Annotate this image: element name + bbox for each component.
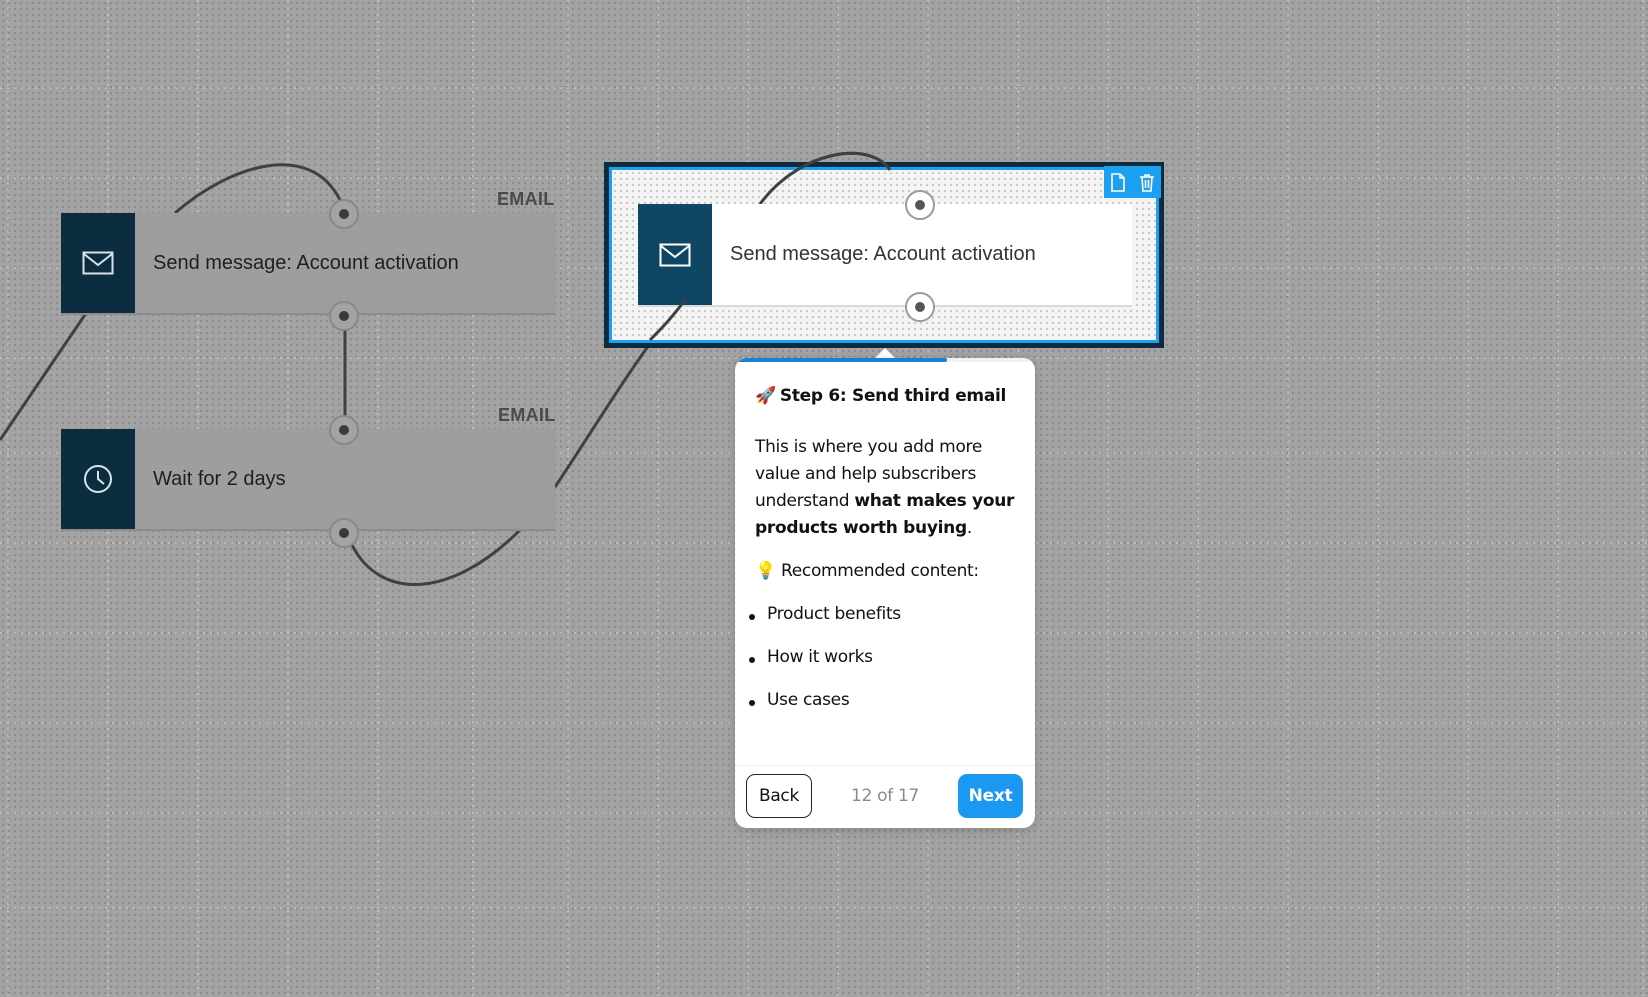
node-label: Send message: Account activation	[153, 252, 459, 274]
tour-progress-track	[735, 358, 1035, 362]
node-channel-label: EMAIL	[498, 405, 556, 425]
workflow-canvas[interactable]: EMAIL Send message: Account activation E…	[0, 0, 1648, 997]
delete-button[interactable]	[1135, 170, 1159, 194]
tour-progress-bar	[735, 358, 947, 362]
tour-title-text: Step 6: Send third email	[779, 386, 1007, 406]
next-button[interactable]: Next	[958, 774, 1023, 818]
onboarding-tour-popover: 🚀 Step 6: Send third email This is where …	[735, 358, 1035, 828]
envelope-icon	[638, 204, 712, 305]
trash-icon	[1139, 173, 1154, 192]
duplicate-button[interactable]	[1106, 170, 1130, 194]
tour-step-description: This is where you add more value and hel…	[755, 434, 1015, 542]
node-label: Wait for 2 days	[153, 468, 286, 490]
envelope-icon	[61, 213, 135, 313]
body-text-end: .	[966, 518, 972, 538]
list-item: How it works	[747, 647, 901, 690]
recommended-label: Recommended content:	[780, 561, 979, 581]
output-port[interactable]	[329, 301, 359, 331]
recommended-heading: 💡 Recommended content:	[755, 561, 1015, 581]
document-icon	[1111, 172, 1126, 192]
input-port[interactable]	[329, 415, 359, 445]
input-port[interactable]	[905, 190, 935, 220]
output-port[interactable]	[905, 292, 935, 322]
send-message-node[interactable]: Send message: Account activation	[61, 213, 555, 315]
node-toolbar	[1104, 166, 1161, 198]
rocket-icon: 🚀	[755, 386, 776, 406]
node-channel-label: EMAIL	[497, 189, 555, 209]
tour-step-title: 🚀 Step 6: Send third email	[755, 386, 1025, 406]
tour-footer: Back 12 of 17 Next	[735, 765, 1035, 828]
list-item: Use cases	[747, 690, 901, 733]
selected-send-message-node[interactable]: Send message: Account activation	[638, 204, 1132, 307]
wait-node[interactable]: Wait for 2 days	[61, 429, 555, 531]
clock-icon	[61, 429, 135, 529]
input-port[interactable]	[329, 199, 359, 229]
output-port[interactable]	[329, 518, 359, 548]
step-counter: 12 of 17	[850, 786, 920, 806]
lightbulb-icon: 💡	[755, 561, 776, 581]
node-label: Send message: Account activation	[730, 243, 1036, 265]
recommended-list: Product benefits How it works Use cases	[747, 604, 901, 733]
list-item: Product benefits	[747, 604, 901, 647]
back-button[interactable]: Back	[746, 774, 812, 818]
